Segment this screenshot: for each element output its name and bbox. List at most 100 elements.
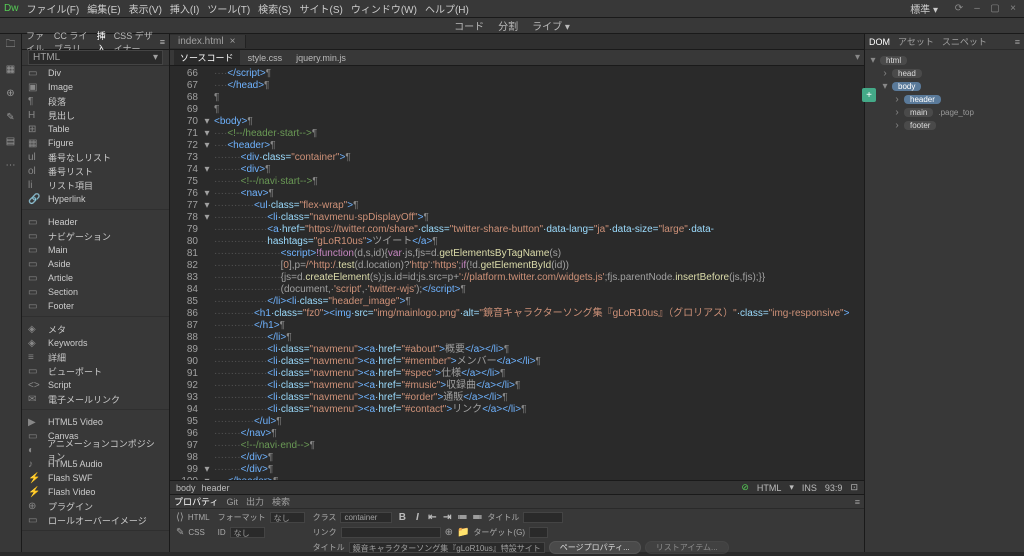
file-tab-index[interactable]: index.html× [170, 35, 246, 48]
bold-button[interactable]: B [396, 512, 408, 524]
proptab-git[interactable]: Git [226, 497, 238, 507]
twisty-icon[interactable]: › [893, 107, 901, 118]
insert-category-select[interactable]: HTML ▾ [28, 50, 163, 65]
twisty-icon[interactable]: › [893, 120, 901, 131]
list-item-button[interactable]: リストアイテム... [645, 541, 729, 554]
insert-item[interactable]: ⚡Flash SWF [22, 471, 169, 485]
related-dropdown-icon[interactable]: ▾ [855, 52, 860, 63]
insert-icon[interactable]: ⊕ [4, 86, 18, 100]
menu-edit[interactable]: 編集(E) [87, 1, 120, 16]
ol-icon[interactable]: ≕ [471, 512, 483, 524]
menu-window[interactable]: ウィンドウ(W) [351, 1, 417, 16]
insert-item[interactable]: ¶段落 [22, 94, 169, 108]
insert-item[interactable]: ✉電子メールリンク [22, 392, 169, 406]
target-select[interactable] [529, 527, 548, 538]
dom-tag[interactable]: main [904, 108, 933, 117]
insert-item[interactable]: ▭Div [22, 66, 169, 80]
insert-item[interactable]: <>Script [22, 378, 169, 392]
window-maximize[interactable]: ▢ [988, 3, 1002, 14]
chevron-down-icon[interactable]: ▾ [789, 482, 794, 493]
twisty-icon[interactable]: › [893, 94, 901, 105]
twisty-icon[interactable]: ▾ [869, 55, 877, 66]
insert-item[interactable]: ▭Footer [22, 299, 169, 313]
twisty-icon[interactable]: › [881, 68, 889, 79]
dom-tag[interactable]: footer [904, 121, 936, 130]
insert-item[interactable]: ⚡Flash Video [22, 485, 169, 499]
insert-item[interactable]: ≡詳細 [22, 350, 169, 364]
more-icon[interactable]: ⋯ [4, 158, 18, 172]
code-editor[interactable]: 6667686970717273747576777879808182838485… [170, 66, 864, 480]
title-input[interactable] [523, 512, 563, 523]
subtab-jquery[interactable]: jquery.min.js [290, 52, 352, 64]
insert-item[interactable]: 🔗Hyperlink [22, 192, 169, 206]
panel-menu-icon[interactable]: ≡ [855, 497, 860, 507]
page-properties-button[interactable]: ページプロパティ... [549, 541, 641, 554]
insert-item[interactable]: ol番号リスト [22, 164, 169, 178]
breadcrumb-body[interactable]: body [176, 483, 196, 493]
window-close[interactable]: × [1006, 3, 1020, 14]
dom-tag[interactable]: header [904, 95, 941, 104]
id-select[interactable]: なし [230, 527, 265, 538]
insert-item[interactable]: ⊕プラグイン [22, 499, 169, 513]
ul-icon[interactable]: ≔ [456, 512, 468, 524]
menu-site[interactable]: サイト(S) [300, 1, 343, 16]
css-icon[interactable]: ✎ [4, 110, 18, 124]
dom-tag[interactable]: head [892, 69, 922, 78]
italic-button[interactable]: I [411, 512, 423, 524]
insert-item[interactable]: ▭ビューポート [22, 364, 169, 378]
dom-node[interactable]: ›main.page_top [869, 106, 1020, 119]
view-code[interactable]: コード [454, 18, 484, 33]
dom-node[interactable]: ›head [869, 67, 1020, 80]
insert-item[interactable]: ▭Article [22, 271, 169, 285]
insert-item[interactable]: ul番号なしリスト [22, 150, 169, 164]
doctitle-input[interactable]: 鏡音キャラクターソング集『gLoR10us』特設サイト [349, 542, 545, 553]
status-insert-mode[interactable]: INS [802, 483, 817, 493]
menu-help[interactable]: ヘルプ(H) [425, 1, 469, 16]
subtab-source[interactable]: ソースコード [174, 50, 240, 65]
css-mode-icon[interactable]: ✎ [176, 527, 184, 538]
panel-menu-icon[interactable]: ≡ [1015, 37, 1020, 47]
dom-node[interactable]: ▾html [869, 54, 1020, 67]
sync-icon[interactable]: ⟳ [952, 3, 966, 14]
view-split[interactable]: 分割 [498, 18, 518, 33]
insert-item[interactable]: H見出し [22, 108, 169, 122]
indent-out-icon[interactable]: ⇤ [426, 512, 438, 524]
insert-item[interactable]: ▣Image [22, 80, 169, 94]
insert-item[interactable]: ▦Figure [22, 136, 169, 150]
rtab-dom[interactable]: DOM [869, 37, 890, 47]
insert-item[interactable]: liリスト項目 [22, 178, 169, 192]
insert-item[interactable]: ▭ナビゲーション [22, 229, 169, 243]
dom-icon[interactable]: ▤ [4, 134, 18, 148]
workspace-switcher[interactable]: 標準 ▾ [910, 1, 938, 16]
insert-item[interactable]: ▭ロールオーバーイメージ [22, 513, 169, 527]
link-browse-icon[interactable]: 📁 [457, 527, 469, 538]
dom-node[interactable]: ›header [869, 93, 1020, 106]
window-minimize[interactable]: – [970, 3, 984, 14]
insert-item[interactable]: ▭Main [22, 243, 169, 257]
html-mode-icon[interactable]: ⟨⟩ [176, 512, 184, 523]
link-point-icon[interactable]: ⊕ [445, 527, 453, 538]
view-live[interactable]: ライブ ▾ [532, 18, 570, 33]
rtab-assets[interactable]: アセット [898, 35, 934, 48]
dom-tag[interactable]: html [880, 56, 907, 65]
menu-insert[interactable]: 挿入(I) [170, 1, 199, 16]
proptab-output[interactable]: 出力 [246, 495, 264, 508]
proptab-properties[interactable]: プロパティ [174, 495, 218, 508]
menu-tools[interactable]: ツール(T) [207, 1, 250, 16]
libraries-icon[interactable]: ▦ [4, 62, 18, 76]
dom-tag[interactable]: body [892, 82, 921, 91]
proptab-search[interactable]: 検索 [272, 495, 290, 508]
class-select[interactable]: container [340, 512, 392, 523]
breadcrumb-header[interactable]: header [202, 483, 230, 493]
rtab-snippets[interactable]: スニペット [942, 35, 987, 48]
dom-add-button[interactable]: + [862, 88, 876, 102]
dom-node[interactable]: ▾body [869, 80, 1020, 93]
insert-item[interactable]: ▭Section [22, 285, 169, 299]
indent-in-icon[interactable]: ⇥ [441, 512, 453, 524]
insert-item[interactable]: ▭Aside [22, 257, 169, 271]
format-select[interactable]: なし [270, 512, 305, 523]
insert-item[interactable]: ◈Keywords [22, 336, 169, 350]
insert-item[interactable]: ⊞Table [22, 122, 169, 136]
subtab-style[interactable]: style.css [242, 52, 289, 64]
insert-item[interactable]: ▭Header [22, 215, 169, 229]
